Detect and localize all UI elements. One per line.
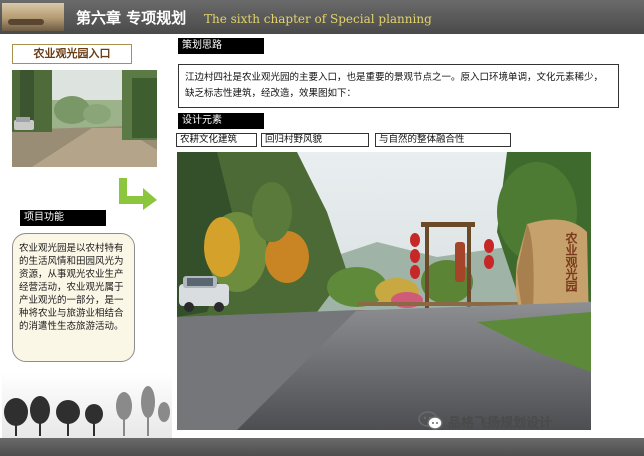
watermark: 品格飞扬规划设计 [418, 411, 552, 431]
original-entrance-photo [12, 70, 157, 167]
arrow-right-icon [117, 176, 159, 210]
plan-description: 江边村四社是农业观光园的主要入口，也是重要的景观节点之一。原入口环境单调，文化元… [178, 64, 619, 108]
entrance-rendering: 农业观光园 [177, 152, 591, 430]
header-thumbnail [2, 3, 64, 31]
design-tag-rural-style: 回归村野风貌 [261, 133, 369, 147]
title-bar: 第六章 专项规划 The sixth chapter of Special pl… [0, 0, 644, 34]
decorative-trees [2, 372, 172, 438]
function-description: 农业观光园是以农村特有的生活风情和田园风光为资源，从事观光农业生产经营活动，农业… [12, 233, 135, 362]
watermark-text: 品格飞扬规划设计 [448, 415, 553, 431]
footer-bar [0, 438, 644, 456]
design-label: 设计元素 [178, 113, 264, 129]
entrance-label: 农业观光园入口 [12, 44, 132, 64]
chapter-subtitle: The sixth chapter of Special planning [204, 12, 432, 26]
wechat-icon [418, 411, 443, 430]
function-label: 项目功能 [20, 210, 106, 226]
design-tag-farming-architecture: 农耕文化建筑 [176, 133, 257, 147]
chapter-title: 第六章 专项规划 [76, 9, 187, 27]
design-tag-nature-integration: 与自然的整体融合性 [375, 133, 511, 147]
plan-label: 策划思路 [178, 38, 264, 54]
stone-inscription: 农业观光园 [564, 232, 578, 292]
